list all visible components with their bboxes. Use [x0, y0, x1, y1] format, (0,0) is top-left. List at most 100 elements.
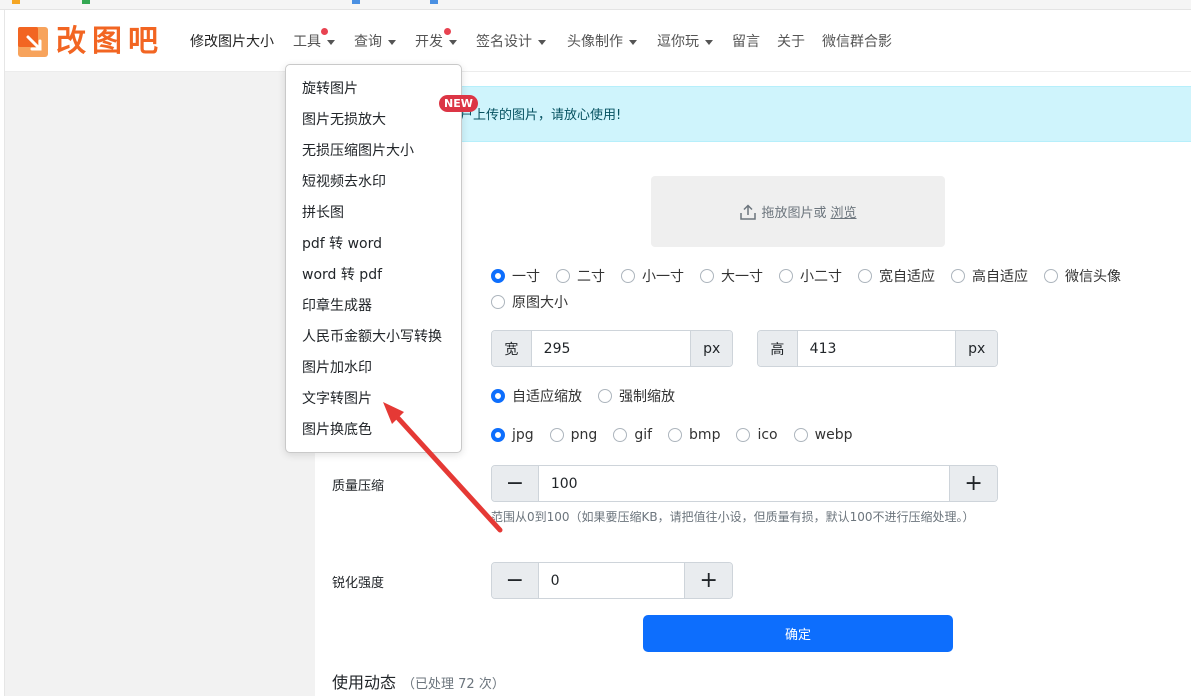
nav-label: 开发	[415, 34, 443, 50]
radio-size-1cun[interactable]: 一寸	[491, 266, 540, 286]
menu-item-seal-generator[interactable]: 印章生成器	[302, 296, 372, 316]
menu-item-rotate-image[interactable]: 旋转图片	[302, 79, 358, 99]
chevron-down-icon	[538, 39, 546, 45]
new-badge: NEW	[439, 95, 478, 112]
radio-label: gif	[634, 427, 653, 443]
menu-item-remove-watermark[interactable]: 短视频去水印	[302, 172, 386, 192]
radio-indicator	[1044, 269, 1058, 283]
nav-tools-dropdown[interactable]: 工具	[293, 32, 335, 52]
alert-text: 户上传的图片，请放心使用!	[460, 108, 622, 123]
radio-indicator	[613, 428, 628, 442]
radio-label: ico	[757, 427, 778, 443]
radio-indicator	[951, 269, 965, 283]
sharpen-stepper: − 0 +	[491, 562, 733, 599]
quality-input[interactable]: 100	[538, 466, 950, 501]
bookmark-star-icon[interactable]	[12, 0, 20, 4]
nav-label: 查询	[354, 34, 382, 50]
menu-item-rmb-converter[interactable]: 人民币金额大小写转换	[302, 327, 442, 347]
radio-scale-adaptive[interactable]: 自适应缩放	[491, 386, 582, 406]
radio-label: 小二寸	[800, 269, 842, 285]
radio-size-original[interactable]: 原图大小	[491, 292, 568, 312]
quality-label: 质量压缩	[332, 479, 385, 494]
usage-heading: 使用动态 （已处理 72 次）	[332, 669, 505, 693]
nav-query-dropdown[interactable]: 查询	[354, 32, 396, 52]
menu-item-lossless-enlarge[interactable]: 图片无损放大	[302, 110, 386, 130]
radio-size-2cun[interactable]: 二寸	[556, 266, 605, 286]
nav-label: 头像制作	[567, 34, 623, 50]
width-input[interactable]: 295	[531, 331, 691, 366]
radio-indicator	[700, 269, 714, 283]
sharpen-input[interactable]: 0	[538, 563, 685, 598]
quality-plus-button[interactable]: +	[949, 466, 997, 501]
sharpen-minus-button[interactable]: −	[492, 563, 539, 598]
nav-dev-dropdown[interactable]: 开发	[415, 32, 457, 52]
radio-format-jpg[interactable]: jpg	[491, 427, 534, 443]
radio-size-wechat-avatar[interactable]: 微信头像	[1044, 266, 1121, 286]
height-input[interactable]: 413	[797, 331, 956, 366]
nav-resize-image[interactable]: 修改图片大小	[190, 32, 274, 52]
menu-item-pdf-to-word[interactable]: pdf 转 word	[302, 234, 382, 254]
radio-format-webp[interactable]: webp	[793, 427, 853, 443]
sharpen-plus-button[interactable]: +	[684, 563, 732, 598]
menu-item-add-watermark[interactable]: 图片加水印	[302, 358, 372, 378]
confirm-button[interactable]: 确定	[643, 615, 953, 652]
radio-size-large-1cun[interactable]: 大一寸	[700, 266, 763, 286]
radio-size-auto-width[interactable]: 宽自适应	[858, 266, 935, 286]
radio-label: 高自适应	[972, 269, 1028, 285]
radio-indicator	[491, 295, 505, 309]
radio-scale-forced[interactable]: 强制缩放	[598, 386, 675, 406]
nav-fun-dropdown[interactable]: 逗你玩	[657, 32, 713, 52]
radio-format-gif[interactable]: gif	[613, 427, 652, 443]
radio-format-ico[interactable]: ico	[736, 427, 778, 443]
bookmark-icon[interactable]	[430, 0, 438, 4]
chevron-down-icon	[629, 39, 637, 45]
quality-minus-button[interactable]: −	[492, 466, 539, 501]
width-label: 宽	[492, 331, 532, 366]
chevron-down-icon	[705, 39, 713, 45]
nav-message[interactable]: 留言	[732, 32, 760, 52]
size-options-row: 一寸 二寸 小一寸 大一寸 小二寸 宽自适应 高自适应 微信头像	[491, 266, 1121, 286]
nav-signature-dropdown[interactable]: 签名设计	[476, 32, 546, 52]
radio-format-bmp[interactable]: bmp	[668, 427, 720, 443]
nav-label: 留言	[732, 34, 760, 50]
logo-text: 改图吧	[56, 24, 164, 59]
radio-label: 原图大小	[512, 295, 568, 311]
radio-label: 宽自适应	[879, 269, 935, 285]
nav-avatar-dropdown[interactable]: 头像制作	[567, 32, 637, 52]
radio-indicator	[491, 389, 505, 403]
notification-dot	[321, 28, 328, 35]
menu-item-text-to-image[interactable]: 文字转图片	[302, 389, 372, 409]
usage-count: （已处理 72 次）	[402, 677, 505, 692]
nav-label: 签名设计	[476, 34, 532, 50]
radio-indicator	[549, 428, 564, 442]
site-logo[interactable]: 改图吧	[18, 26, 164, 58]
nav-wechat-group-photo[interactable]: 微信群合影	[822, 32, 892, 52]
width-input-group: 宽 295 px	[491, 330, 733, 367]
radio-size-auto-height[interactable]: 高自适应	[951, 266, 1028, 286]
menu-item-lossless-compress[interactable]: 无损压缩图片大小	[302, 141, 414, 161]
radio-size-small-2cun[interactable]: 小二寸	[779, 266, 842, 286]
menu-item-long-image[interactable]: 拼长图	[302, 203, 344, 223]
upload-dropzone[interactable]: 拖放图片或 浏览	[651, 176, 945, 247]
radio-format-png[interactable]: png	[549, 427, 597, 443]
radio-label: 小一寸	[642, 269, 684, 285]
menu-item-change-background[interactable]: 图片换底色	[302, 420, 372, 440]
radio-indicator	[858, 269, 872, 283]
radio-label: bmp	[689, 427, 721, 443]
radio-label: webp	[814, 427, 853, 443]
bookmark-icon[interactable]	[82, 0, 90, 4]
radio-label: 自适应缩放	[512, 389, 582, 405]
nav-about[interactable]: 关于	[777, 32, 805, 52]
quality-stepper: − 100 +	[491, 465, 998, 502]
format-options-row: jpg png gif bmp ico webp	[491, 427, 868, 443]
notification-dot	[444, 28, 451, 35]
browse-link[interactable]: 浏览	[831, 202, 857, 221]
bookmark-icon[interactable]	[352, 0, 360, 4]
radio-label: 强制缩放	[619, 389, 675, 405]
radio-indicator	[491, 269, 505, 283]
left-sidebar	[5, 72, 315, 696]
nav-label: 微信群合影	[822, 34, 892, 50]
radio-size-small-1cun[interactable]: 小一寸	[621, 266, 684, 286]
height-label: 高	[758, 331, 798, 366]
menu-item-word-to-pdf[interactable]: word 转 pdf	[302, 265, 382, 285]
